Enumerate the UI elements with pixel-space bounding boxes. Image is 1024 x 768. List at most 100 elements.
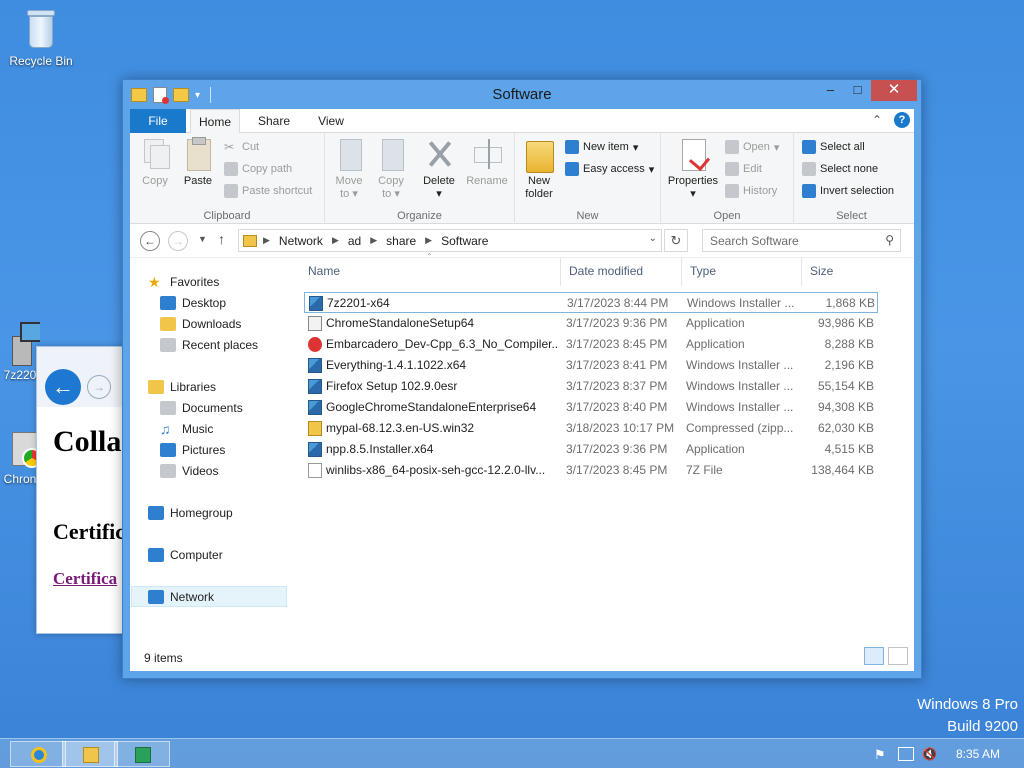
- taskbar-network-app[interactable]: [114, 741, 170, 767]
- chevron-down-icon[interactable]: ⌄: [649, 233, 657, 244]
- tab-view[interactable]: View: [313, 109, 349, 133]
- nav-music[interactable]: ♫ Music: [160, 419, 213, 439]
- easy-access-button[interactable]: Easy access ▾: [565, 162, 654, 176]
- network-status-icon[interactable]: [897, 747, 914, 761]
- breadcrumb-chevron-icon[interactable]: ▶: [263, 235, 270, 246]
- devcpp-icon: [308, 337, 322, 352]
- cut-button[interactable]: ✂ Cut: [224, 140, 259, 154]
- clock[interactable]: 8:35 AM: [956, 747, 1000, 761]
- taskbar-file-explorer[interactable]: [62, 741, 118, 767]
- breadcrumb-chevron-icon[interactable]: ▶: [332, 235, 339, 246]
- copy-to-button[interactable]: Copy to ▾: [373, 137, 409, 201]
- nav-libraries[interactable]: Libraries: [148, 377, 216, 397]
- back-arrow-icon[interactable]: ←: [45, 369, 81, 405]
- file-date: 3/17/2023 8:41 PM: [566, 358, 668, 372]
- history-button[interactable]: History: [725, 184, 777, 198]
- edit-button[interactable]: Edit: [725, 162, 762, 176]
- back-button[interactable]: ←: [140, 231, 160, 251]
- installer-desktop-icon[interactable]: 7z220: [0, 320, 40, 382]
- select-all-button[interactable]: Select all: [802, 140, 865, 154]
- volume-muted-icon[interactable]: 🔇: [922, 747, 938, 761]
- breadcrumb-chevron-icon[interactable]: ▶: [425, 235, 432, 246]
- invert-selection-button[interactable]: Invert selection: [802, 184, 894, 198]
- forward-arrow-icon[interactable]: →: [87, 375, 111, 399]
- copy-button[interactable]: Copy: [136, 137, 174, 188]
- table-row[interactable]: 7z2201-x64 3/17/2023 8:44 PM Windows Insta…: [304, 292, 878, 313]
- column-header-name[interactable]: Name: [308, 258, 558, 286]
- table-row[interactable]: winlibs-x86_64-posix-seh-gcc-12.2.0-llv.…: [304, 460, 878, 481]
- breadcrumb-network[interactable]: Network: [279, 234, 323, 248]
- edit-label: Edit: [743, 163, 762, 175]
- tab-share[interactable]: Share: [256, 109, 292, 133]
- background-browser-window[interactable]: ← → Colla Certific Certifica: [36, 346, 126, 634]
- nav-videos[interactable]: Videos: [160, 461, 218, 481]
- nav-recent-places[interactable]: Recent places: [160, 335, 258, 355]
- view-buttons: [864, 647, 908, 665]
- large-icons-view-icon[interactable]: [888, 647, 908, 665]
- recycle-bin-desktop-icon[interactable]: Recycle Bin: [2, 6, 80, 68]
- browser-link[interactable]: Certifica: [53, 569, 117, 589]
- nav-music-label: Music: [182, 422, 214, 436]
- minimize-button[interactable]: –: [817, 80, 844, 101]
- nav-pictures[interactable]: Pictures: [160, 440, 225, 460]
- refresh-button[interactable]: ↻: [664, 229, 688, 252]
- table-row[interactable]: Firefox Setup 102.9.0esr 3/17/2023 8:37 P…: [304, 376, 878, 397]
- properties-button[interactable]: Properties ▾: [665, 137, 721, 201]
- new-folder-button[interactable]: New folder: [521, 137, 557, 201]
- up-arrow-icon[interactable]: ↑: [218, 231, 225, 247]
- copy-path-button[interactable]: Copy path: [224, 162, 292, 176]
- table-row[interactable]: Everything-1.4.1.1022.x64 3/17/2023 8:41 …: [304, 355, 878, 376]
- tab-file[interactable]: File: [130, 109, 186, 133]
- paste-button[interactable]: Paste: [178, 137, 218, 188]
- nav-downloads[interactable]: Downloads: [160, 314, 241, 334]
- column-header-type[interactable]: Type: [690, 258, 798, 286]
- internet-explorer-icon: [31, 747, 47, 763]
- taskbar-internet-explorer[interactable]: [10, 741, 66, 767]
- paste-shortcut-button[interactable]: Paste shortcut: [224, 184, 312, 198]
- table-row[interactable]: npp.8.5.Installer.x64 3/17/2023 9:36 PM Ap…: [304, 439, 878, 460]
- column-header-size[interactable]: Size: [810, 258, 870, 286]
- column-divider[interactable]: [801, 258, 802, 286]
- nav-documents[interactable]: Documents: [160, 398, 243, 418]
- 7z-file-icon: [308, 463, 322, 478]
- recycle-bin-label: Recycle Bin: [9, 54, 73, 68]
- table-row[interactable]: mypal-68.12.3.en-US.win32 3/18/2023 10:17…: [304, 418, 878, 439]
- table-row[interactable]: ChromeStandaloneSetup64 3/17/2023 9:36 PM…: [304, 313, 878, 334]
- recent-locations-chevron-icon[interactable]: ▼: [198, 234, 207, 244]
- table-row[interactable]: Embarcadero_Dev-Cpp_6.3_No_Compiler... 3/…: [304, 334, 878, 355]
- nav-favorites[interactable]: ★ Favorites: [148, 272, 219, 292]
- tab-home[interactable]: Home: [190, 109, 240, 134]
- column-divider[interactable]: [560, 258, 561, 286]
- chrome-setup-desktop-icon[interactable]: Chron: [0, 428, 40, 486]
- new-item-button[interactable]: New item ▾: [565, 140, 638, 154]
- breadcrumb-ad[interactable]: ad: [348, 234, 361, 248]
- address-bar[interactable]: ▶ Network ▶ ad ▶ share ▶ Software ⌄: [238, 229, 662, 252]
- delete-button[interactable]: Delete ▾: [419, 137, 459, 201]
- breadcrumb-share[interactable]: share: [386, 234, 416, 248]
- maximize-button[interactable]: □: [844, 80, 871, 101]
- close-button[interactable]: ✕: [871, 80, 917, 101]
- nav-pictures-label: Pictures: [182, 443, 226, 457]
- details-view-icon[interactable]: [864, 647, 884, 665]
- taskbar: ⚑ 🔇 8:35 AM: [0, 738, 1024, 768]
- search-input[interactable]: Search Software ⚲: [702, 229, 901, 252]
- copy-path-icon: [224, 162, 238, 176]
- breadcrumb-software[interactable]: Software: [441, 234, 488, 248]
- select-none-button[interactable]: Select none: [802, 162, 878, 176]
- column-header-date[interactable]: Date modified: [569, 258, 681, 286]
- nav-homegroup[interactable]: Homegroup: [148, 503, 233, 523]
- breadcrumb-chevron-icon[interactable]: ▶: [370, 235, 377, 246]
- help-icon[interactable]: ?: [894, 112, 910, 128]
- move-to-button[interactable]: Move to ▾: [331, 137, 367, 201]
- open-button[interactable]: Open ▾: [725, 140, 779, 154]
- nav-computer[interactable]: Computer: [148, 545, 223, 565]
- nav-desktop[interactable]: Desktop: [160, 293, 226, 313]
- rename-button[interactable]: Rename: [465, 137, 509, 188]
- forward-button[interactable]: →: [168, 231, 188, 251]
- nav-network[interactable]: Network: [148, 587, 214, 607]
- column-divider[interactable]: [681, 258, 682, 286]
- collapse-ribbon-icon[interactable]: ⌃: [872, 113, 882, 127]
- flag-icon[interactable]: ⚑: [874, 747, 890, 762]
- title-bar[interactable]: ▾ Software – □ ✕: [123, 80, 921, 110]
- table-row[interactable]: GoogleChromeStandaloneEnterprise64 3/17/2…: [304, 397, 878, 418]
